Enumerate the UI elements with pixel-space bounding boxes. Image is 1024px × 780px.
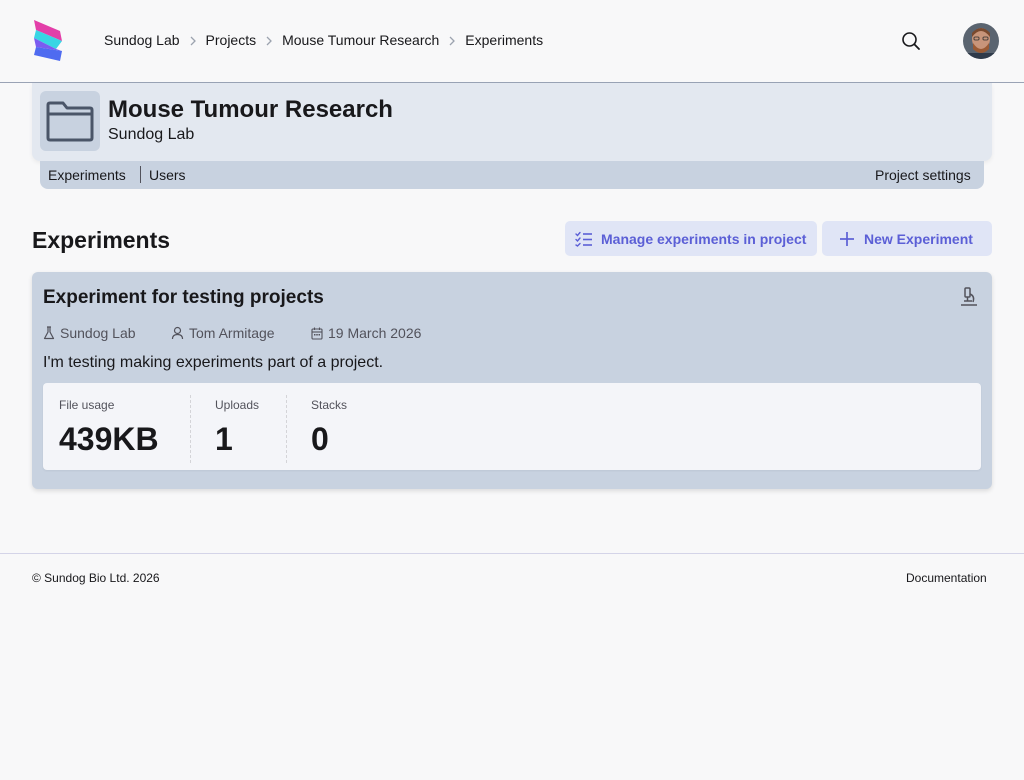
stat-label: Uploads	[215, 398, 260, 412]
stat-value: 1	[215, 421, 233, 457]
experiment-stats: File usage 439KB Uploads 1 Stacks 0	[43, 383, 981, 470]
stat-divider	[190, 395, 191, 463]
documentation-link[interactable]: Documentation	[906, 571, 987, 585]
experiment-lab: Sundog Lab	[43, 325, 136, 341]
new-experiment-label: New Experiment	[864, 230, 973, 247]
stat-label: File usage	[59, 398, 115, 412]
calendar-icon	[311, 327, 323, 340]
project-lab: Sundog Lab	[108, 126, 195, 143]
experiment-owner-text: Tom Armitage	[189, 325, 275, 341]
user-icon	[171, 326, 184, 340]
chevron-right-icon	[256, 32, 282, 48]
experiment-title[interactable]: Experiment for testing projects	[43, 287, 324, 309]
experiment-owner: Tom Armitage	[171, 325, 275, 341]
breadcrumb-item[interactable]: Experiments	[465, 32, 543, 48]
user-avatar[interactable]	[963, 23, 999, 59]
checklist-icon	[575, 231, 592, 247]
tab-divider	[140, 166, 141, 183]
manage-experiments-button[interactable]: Manage experiments in project	[565, 221, 817, 256]
flask-icon	[43, 326, 55, 340]
project-settings-link[interactable]: Project settings	[875, 167, 971, 183]
stat-divider	[286, 395, 287, 463]
chevron-right-icon	[439, 32, 465, 48]
project-header: Mouse Tumour Research Sundog Lab	[32, 83, 992, 161]
experiment-lab-text: Sundog Lab	[60, 325, 136, 341]
plus-icon	[840, 231, 854, 246]
tab-experiments[interactable]: Experiments	[48, 167, 126, 183]
stat-value: 0	[311, 421, 329, 457]
breadcrumb-item[interactable]: Sundog Lab	[104, 32, 180, 48]
stat-label: Stacks	[311, 398, 348, 412]
footer-copyright: © Sundog Bio Ltd. 2026	[32, 571, 160, 585]
experiment-date-text: 19 March 2026	[328, 325, 422, 341]
sundog-logo-icon[interactable]	[32, 19, 65, 62]
top-bar: Sundog Lab Projects Mouse Tumour Researc…	[0, 0, 1024, 83]
section-title: Experiments	[32, 227, 171, 253]
manage-experiments-label: Manage experiments in project	[601, 230, 807, 247]
folder-icon	[40, 91, 100, 151]
footer-divider	[0, 553, 1024, 554]
breadcrumb-item[interactable]: Projects	[206, 32, 257, 48]
breadcrumb-item[interactable]: Mouse Tumour Research	[282, 32, 439, 48]
project-tabs: Experiments Users Project settings	[40, 161, 984, 189]
search-icon[interactable]	[900, 30, 922, 52]
tab-users[interactable]: Users	[149, 167, 186, 183]
new-experiment-button[interactable]: New Experiment	[822, 221, 992, 256]
experiment-description: I'm testing making experiments part of a…	[43, 354, 384, 371]
chevron-right-icon	[180, 32, 206, 48]
microscope-icon	[958, 286, 980, 308]
experiment-date: 19 March 2026	[311, 325, 421, 341]
project-title: Mouse Tumour Research	[108, 96, 393, 123]
experiment-card[interactable]: Experiment for testing projects Sundog L…	[32, 272, 992, 489]
stat-value: 439KB	[59, 421, 159, 457]
breadcrumb: Sundog Lab Projects Mouse Tumour Researc…	[104, 32, 543, 48]
